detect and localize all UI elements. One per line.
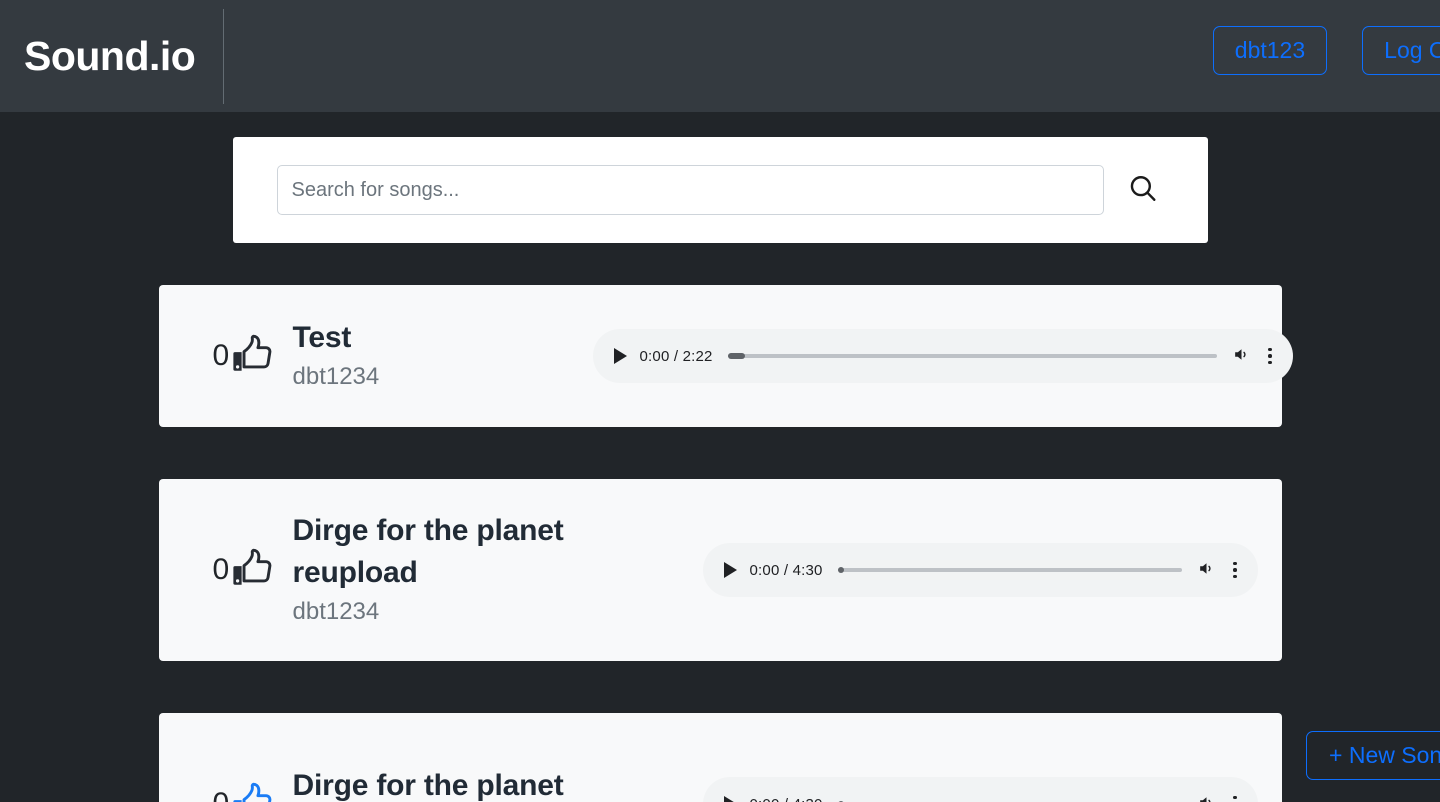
song-artist: dbt1234	[292, 363, 380, 391]
audio-more-menu-icon[interactable]	[1229, 795, 1241, 802]
audio-player[interactable]: 0:00 / 2:22	[592, 329, 1293, 383]
volume-button[interactable]	[1197, 559, 1216, 581]
like-count: 0	[212, 553, 230, 586]
like-group: 0	[183, 333, 293, 380]
audio-progress-thumb[interactable]	[727, 353, 745, 359]
song-meta: Dirge for the planet reupload dbt1234	[293, 510, 593, 630]
search-button[interactable]	[1122, 170, 1164, 211]
logout-button[interactable]: Log Out	[1362, 26, 1440, 75]
song-title: Test	[292, 320, 352, 354]
like-group: 0	[183, 547, 293, 594]
like-count: 0	[212, 339, 230, 372]
audio-player-wrapper: 0:00 / 4:30	[593, 777, 1258, 802]
volume-button[interactable]	[1232, 345, 1251, 367]
song-meta: Test dbt1234	[293, 317, 593, 395]
like-button[interactable]	[231, 781, 275, 802]
audio-more-menu-icon[interactable]	[1229, 561, 1241, 579]
audio-player[interactable]: 0:00 / 4:30	[702, 777, 1258, 802]
audio-time: 0:00 / 4:30	[749, 561, 823, 579]
song-artist: dbt1234	[292, 597, 380, 625]
song-card[interactable]: 0 Dirge for the planet dbt1234 0:00 / 4:…	[158, 713, 1282, 802]
play-icon[interactable]	[613, 348, 627, 364]
song-list: 0 Test dbt1234 0:00 / 2:22 0 Dirge for t…	[0, 285, 1440, 802]
volume-icon	[1232, 345, 1251, 367]
song-card[interactable]: 0 Test dbt1234 0:00 / 2:22	[158, 285, 1293, 427]
thumbs-up-icon	[231, 547, 275, 594]
top-navbar: Sound.io dbt123 Log Out	[0, 0, 1440, 112]
volume-icon	[1197, 793, 1216, 802]
play-icon[interactable]	[723, 562, 737, 578]
play-icon[interactable]	[723, 796, 737, 802]
audio-player[interactable]: 0:00 / 4:30	[702, 543, 1258, 597]
audio-time: 0:00 / 4:30	[750, 796, 823, 802]
volume-button[interactable]	[1197, 793, 1216, 802]
like-count: 0	[213, 789, 230, 802]
song-title: Dirge for the planet reupload	[292, 514, 564, 589]
song-title: Dirge for the planet	[292, 768, 564, 802]
search-card	[232, 137, 1208, 243]
song-meta: Dirge for the planet dbt1234	[293, 765, 593, 802]
song-card[interactable]: 0 Dirge for the planet reupload dbt1234 …	[158, 479, 1282, 661]
like-button[interactable]	[231, 333, 275, 380]
new-song-button[interactable]: + New Song	[1306, 731, 1440, 780]
search-section	[0, 137, 1440, 243]
brand-divider	[223, 8, 225, 104]
audio-more-menu-icon[interactable]	[1264, 347, 1276, 365]
nav-actions: dbt123 Log Out	[1212, 26, 1440, 75]
audio-progress-thumb[interactable]	[837, 567, 844, 573]
audio-progress-slider[interactable]	[727, 353, 1217, 359]
search-icon	[1126, 172, 1160, 209]
audio-player-wrapper: 0:00 / 2:22	[592, 329, 1293, 383]
audio-player-wrapper: 0:00 / 4:30	[593, 543, 1258, 597]
like-button[interactable]	[231, 547, 275, 594]
thumbs-up-icon	[231, 781, 275, 802]
audio-progress-slider[interactable]	[837, 567, 1182, 573]
like-group: 0	[183, 781, 293, 802]
search-input[interactable]	[276, 165, 1104, 215]
brand-logo[interactable]: Sound.io	[24, 35, 223, 77]
audio-time: 0:00 / 2:22	[639, 347, 713, 365]
user-profile-button[interactable]: dbt123	[1212, 26, 1328, 75]
volume-icon	[1197, 559, 1216, 581]
thumbs-up-icon	[231, 333, 275, 380]
